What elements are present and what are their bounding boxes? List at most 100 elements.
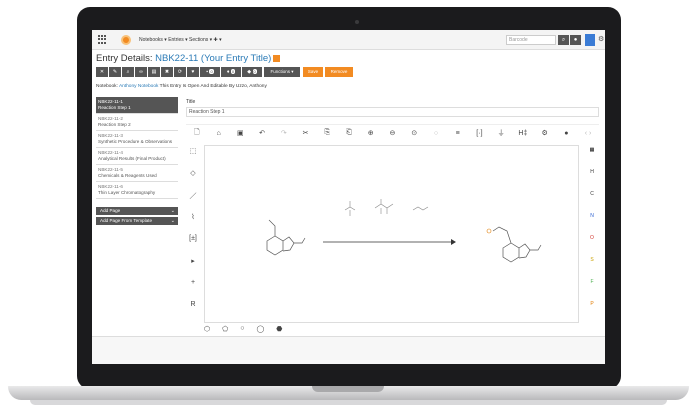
cyclooctane-icon[interactable]: ◯ xyxy=(256,325,264,333)
nav-menus[interactable]: Notebooks ▾ Entries ▾ Sections ▾ ✚ ▾ xyxy=(139,37,222,43)
pin-icon[interactable]: ♥ xyxy=(187,67,199,77)
cycle-icon[interactable]: ⟳ xyxy=(174,67,186,77)
notebook-link[interactable]: Anthony Notebook xyxy=(119,84,158,89)
sidebar-item-5[interactable]: NBK22-11-5 Chemicals & Reagents Used xyxy=(96,165,178,182)
search-icon[interactable]: ⌕ xyxy=(558,35,569,45)
comment-button[interactable]: ▪ 0 xyxy=(200,67,220,77)
new-file-icon[interactable]: 🗋 xyxy=(186,128,208,139)
editor-toolbar: 🗋 ⌂ ▣ ↶ ↷ ✂ ⎘ ⎗ ⊕ ⊖ ⊙ ○ ≡ [·] ⏚ H‡ ⚙ ● ‹… xyxy=(186,127,599,139)
element-p[interactable]: P xyxy=(585,299,599,321)
product-molecule xyxy=(492,226,542,263)
reagent-3 xyxy=(412,206,429,211)
entry-title-link[interactable]: NBK22-11 (Your Entry Title) xyxy=(155,53,271,64)
element-palette: ▦ H C N O S F P xyxy=(585,145,599,321)
stereo-icon[interactable]: ⏚ xyxy=(490,128,512,138)
zoom-out-icon[interactable]: ⊖ xyxy=(382,129,404,137)
cyclopentane-icon[interactable]: ⬠ xyxy=(222,325,228,333)
element-c[interactable]: C xyxy=(585,189,599,211)
element-f[interactable]: F xyxy=(585,277,599,299)
redo-icon[interactable]: ↷ xyxy=(273,129,295,137)
save-button[interactable]: Save xyxy=(303,67,323,77)
reaction-canvas[interactable] xyxy=(204,145,579,323)
cut-icon[interactable]: ✂ xyxy=(295,129,317,137)
template-icon[interactable]: ⬣ xyxy=(276,325,282,333)
hydrogen-icon[interactable]: H‡ xyxy=(512,130,534,137)
barcode-input[interactable]: Barcode xyxy=(506,35,556,45)
remove-button[interactable]: Remove xyxy=(325,67,353,77)
benzene-icon[interactable]: ⬡ xyxy=(204,325,210,333)
element-h[interactable]: H xyxy=(585,167,599,189)
marker-button[interactable]: ♦ 0 xyxy=(221,67,241,77)
align-icon[interactable]: ≡ xyxy=(447,130,469,137)
location-icon[interactable]: ● xyxy=(570,35,581,45)
page-title-prefix: Entry Details: xyxy=(96,53,156,64)
title-input[interactable]: Reaction Step 1 xyxy=(186,107,599,117)
reagent-1 xyxy=(344,201,356,216)
paste-icon[interactable]: ⎗ xyxy=(338,129,360,137)
arrows-icon[interactable]: ‹ › xyxy=(577,130,599,137)
shape-tools: ⬡ ⬠ ○ ◯ ⬣ xyxy=(204,325,282,333)
rgroup-icon[interactable]: R xyxy=(186,301,200,323)
select-icon[interactable]: ⬚ xyxy=(186,147,200,169)
periodic-table-icon[interactable]: ▦ xyxy=(585,145,599,167)
chemistry-editor: 🗋 ⌂ ▣ ↶ ↷ ✂ ⎘ ⎗ ⊕ ⊖ ⊙ ○ ≡ [·] ⏚ H‡ ⚙ ● ‹… xyxy=(186,124,599,333)
notebook-info: Notebook: Anthony Notebook This Entry Is… xyxy=(96,84,267,89)
info-icon[interactable]: ● xyxy=(555,130,577,137)
chain-icon[interactable]: ⌇ xyxy=(186,213,200,235)
settings-icon[interactable]: ⚙ xyxy=(534,129,556,137)
chevron-down-icon: ⌄ xyxy=(170,208,175,214)
charge-icon[interactable]: [±] xyxy=(186,235,200,257)
flag-icon[interactable] xyxy=(585,34,595,46)
close-icon[interactable]: ✕ xyxy=(96,67,108,77)
pencil-icon[interactable]: ✎ xyxy=(109,67,121,77)
page-title: Entry Details: NBK22-11 (Your Entry Titl… xyxy=(96,53,281,64)
editor-left-tools: ⬚ ◇ ／ ⌇ [±] ▸ + R xyxy=(186,147,200,323)
functions-button[interactable]: Functions ▾ xyxy=(264,67,300,77)
add-page-button[interactable]: Add Page ⌄ xyxy=(96,207,178,215)
crossed-icon[interactable]: ✖ xyxy=(161,67,173,77)
plus-tool-icon[interactable]: + xyxy=(186,279,200,301)
bracket-icon[interactable]: [·] xyxy=(469,130,491,137)
product-highlight xyxy=(486,228,492,234)
reaction-drawing xyxy=(266,199,542,263)
copy-icon[interactable]: ⎘ xyxy=(316,129,338,137)
sidebar-item-3[interactable]: NBK22-11-3 Synthetic Procedure & Observa… xyxy=(96,131,178,148)
save-file-icon[interactable]: ▣ xyxy=(229,129,251,137)
document-icon[interactable]: ▤ xyxy=(148,67,160,77)
laptop-base-shadow xyxy=(30,400,667,405)
webcam xyxy=(355,20,359,24)
bond-icon[interactable]: ／ xyxy=(186,191,200,213)
sidebar-item-2[interactable]: NBK22-11-2 Reaction Step 2 xyxy=(96,114,178,131)
attachment-button[interactable]: ◆ 0 xyxy=(242,67,262,77)
sidebar-item-4[interactable]: NBK22-11-4 Analytical Results (Final Pro… xyxy=(96,148,178,165)
page-footer xyxy=(92,336,605,364)
laptop-notch xyxy=(312,386,384,392)
entry-toolbar: ✕ ✎ ⌕ ∞ ▤ ✖ ⟳ ♥ ▪ 0 ♦ 0 ◆ 0 Functions ▾ … xyxy=(96,67,353,77)
zoom-disabled-icon[interactable]: ○ xyxy=(425,130,447,137)
open-file-icon[interactable]: ⌂ xyxy=(208,130,230,137)
add-page-from-template-button[interactable]: Add Page From Template ⌄ xyxy=(96,217,178,225)
undo-icon[interactable]: ↶ xyxy=(251,129,273,137)
zoom-in-icon[interactable]: ⊕ xyxy=(360,129,382,137)
editable-notice: This Entry Is Open And Editable By Uzzo,… xyxy=(158,84,267,89)
reactant-molecule xyxy=(266,219,306,256)
edit-title-icon[interactable] xyxy=(273,54,281,62)
title-label: Title xyxy=(186,99,196,105)
element-s[interactable]: S xyxy=(585,255,599,277)
apps-grid-icon[interactable] xyxy=(98,35,107,44)
link-icon[interactable]: ∞ xyxy=(135,67,147,77)
search-icon[interactable]: ⌕ xyxy=(122,67,134,77)
chevron-down-icon: ⌄ xyxy=(170,218,175,224)
element-n[interactable]: N xyxy=(585,211,599,233)
app-logo[interactable] xyxy=(121,34,131,45)
reaction-arrowhead xyxy=(451,239,456,245)
sidebar-item-6[interactable]: NBK22-11-6 Thin Layer Chromatography xyxy=(96,182,178,199)
element-o[interactable]: O xyxy=(585,233,599,255)
arrow-tool-icon[interactable]: ▸ xyxy=(186,257,200,279)
cyclohexane-icon[interactable]: ○ xyxy=(240,325,244,333)
notebook-label: Notebook: xyxy=(96,84,119,89)
settings-gear-icon[interactable]: ⚙ xyxy=(598,35,604,43)
sidebar-item-1[interactable]: NBK22-11-1 Reaction Step 1 xyxy=(96,97,178,114)
zoom-fit-icon[interactable]: ⊙ xyxy=(403,129,425,137)
eraser-icon[interactable]: ◇ xyxy=(186,169,200,191)
